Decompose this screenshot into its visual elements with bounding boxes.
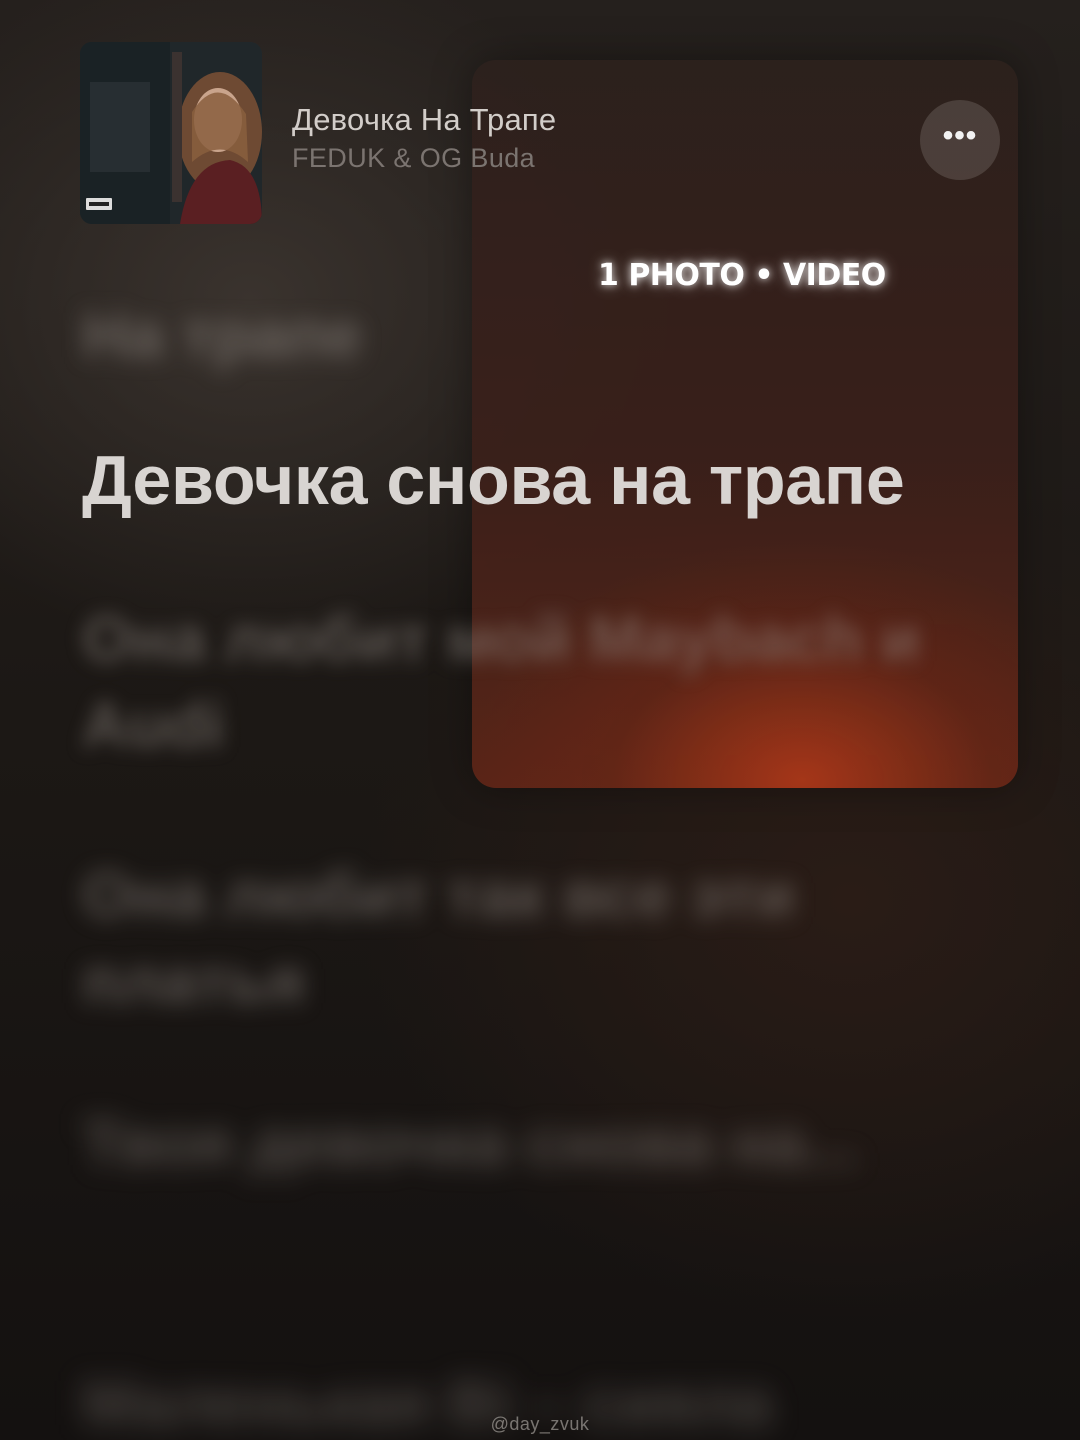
- lyric-line-upcoming[interactable]: Она любит мой Maybach и Audi: [82, 596, 962, 768]
- lyric-line-current[interactable]: Девочка снова на трапе: [82, 440, 905, 520]
- lyric-line-upcoming[interactable]: Твоя девочка снова на...: [82, 1100, 962, 1186]
- more-icon: •••: [942, 119, 978, 152]
- album-art[interactable]: [80, 42, 262, 224]
- more-options-button[interactable]: •••: [920, 100, 1000, 180]
- lyric-line-upcoming[interactable]: Она любит так все эти платья: [82, 852, 962, 1024]
- lyrics-screen: Девочка На Трапе FEDUK & OG Buda ••• 1 P…: [0, 0, 1080, 1440]
- album-cover-image: [80, 42, 262, 224]
- track-artist[interactable]: FEDUK & OG Buda: [292, 143, 535, 174]
- media-badge: 1 PHOTO • VIDEO: [598, 258, 886, 293]
- track-title[interactable]: Девочка На Трапе: [292, 102, 556, 138]
- lyric-line-previous[interactable]: На трапе: [82, 298, 362, 372]
- watermark: @day_zvuk: [490, 1414, 590, 1434]
